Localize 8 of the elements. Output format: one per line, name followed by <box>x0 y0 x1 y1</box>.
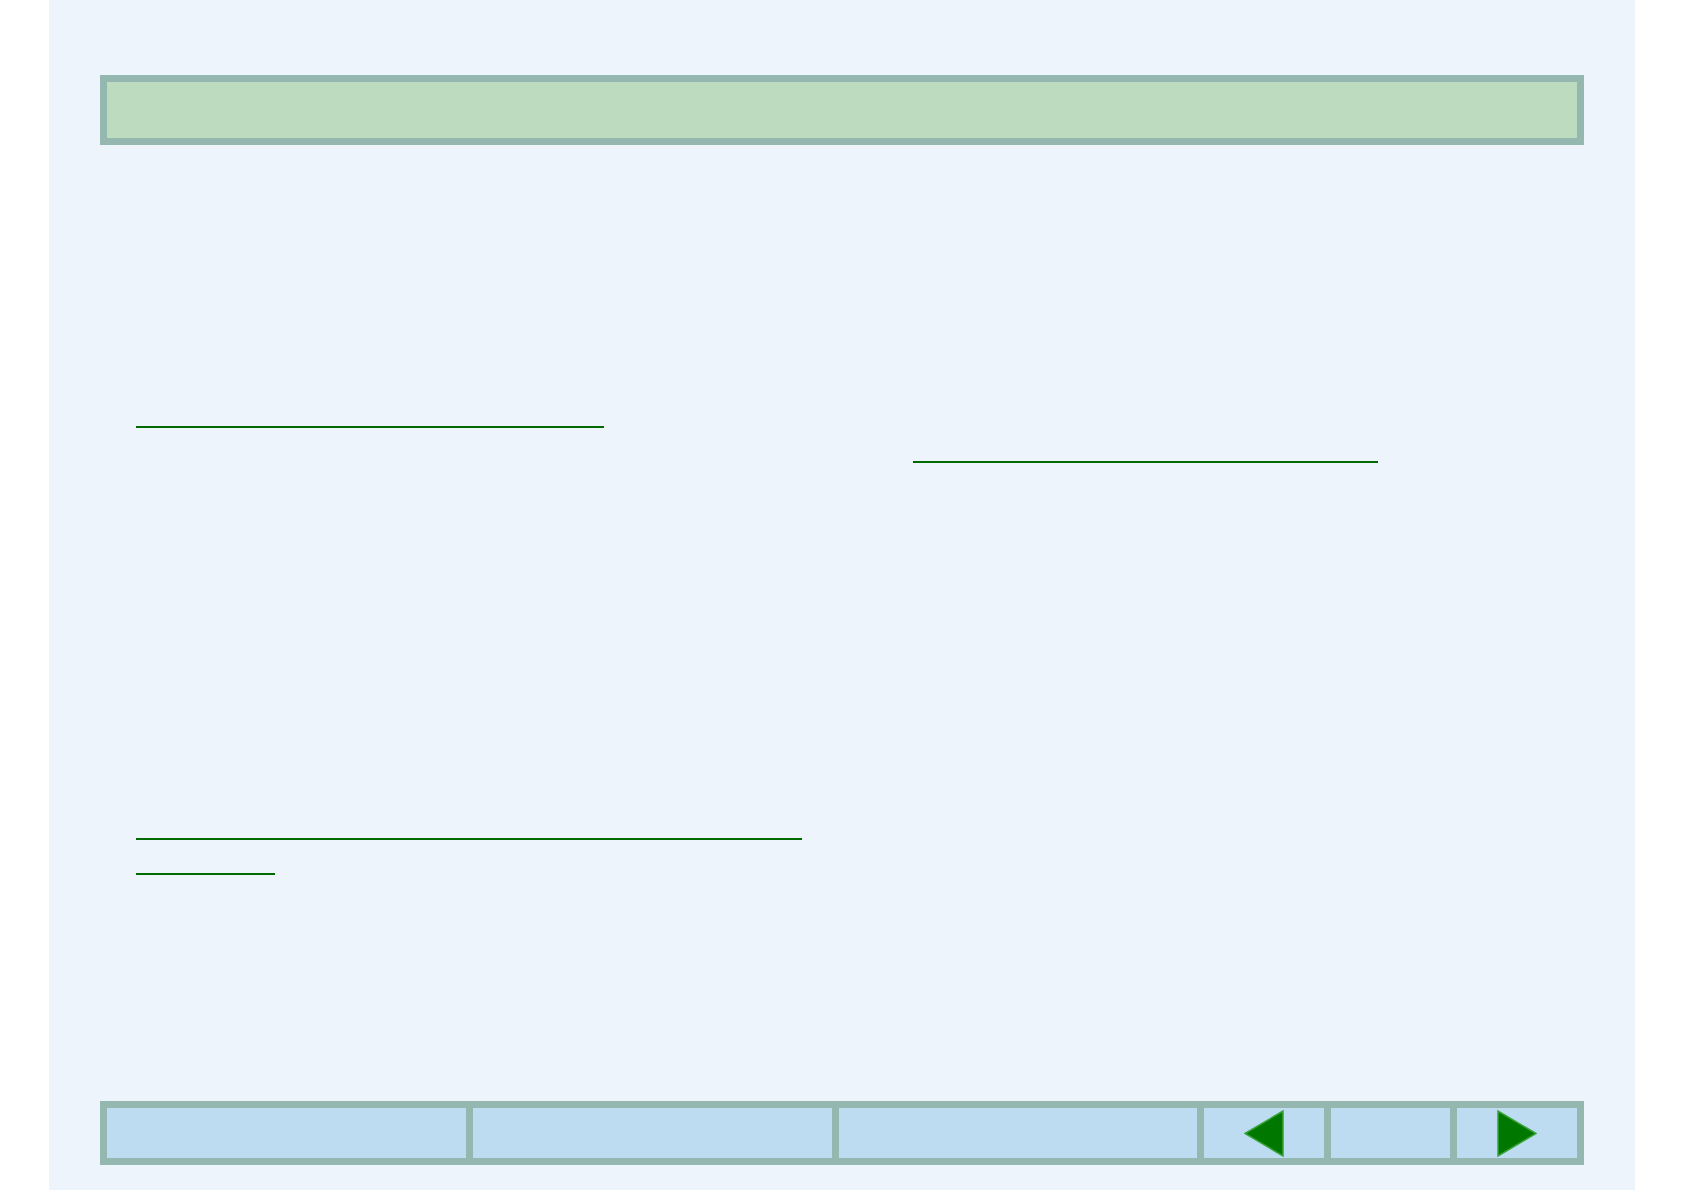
link-underline[interactable] <box>913 461 1378 463</box>
previous-button[interactable] <box>1204 1108 1324 1158</box>
left-arrow-icon <box>1244 1109 1285 1157</box>
next-button[interactable] <box>1457 1108 1577 1158</box>
link-underline[interactable] <box>136 838 802 840</box>
link-underline[interactable] <box>136 426 604 428</box>
right-arrow-icon <box>1497 1109 1538 1157</box>
link-underline[interactable] <box>136 873 275 875</box>
